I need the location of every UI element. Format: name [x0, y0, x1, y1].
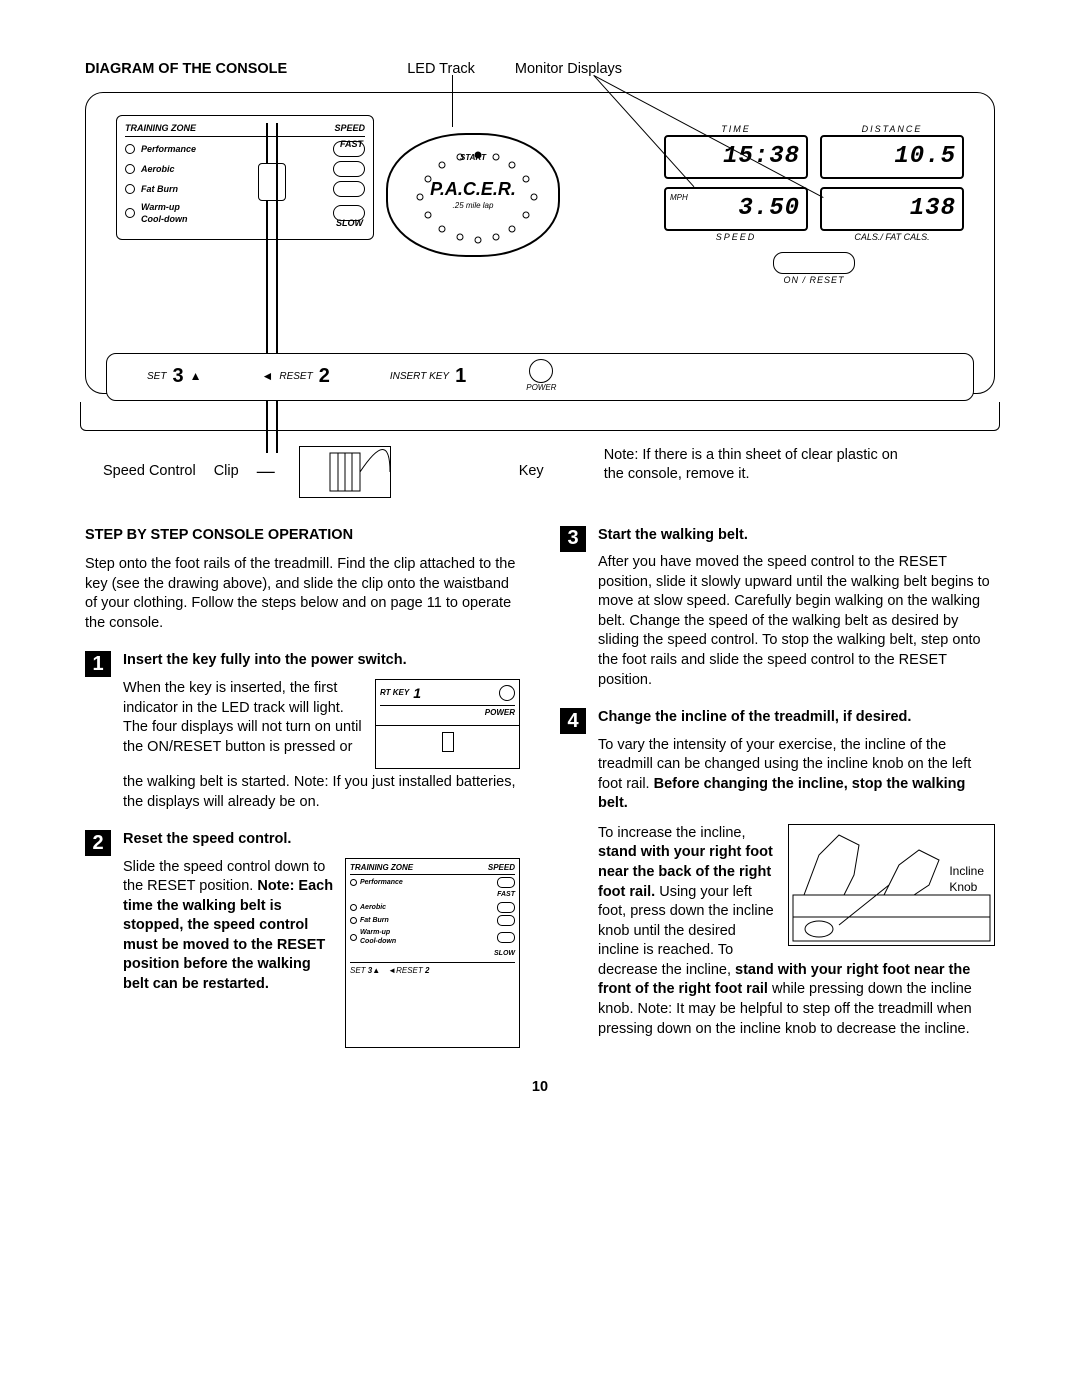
dash-icon: —	[257, 459, 275, 483]
monitor-displays: TIME 15:38 DISTANCE 10.5 MPH 3.50 SPEED …	[664, 123, 964, 286]
mph-label: MPH	[670, 193, 688, 204]
step-number: 2	[85, 830, 111, 856]
on-reset-button	[773, 252, 855, 274]
diagram-header: DIAGRAM OF THE CONSOLE LED Track Monitor…	[85, 60, 995, 86]
step-number: 1	[85, 651, 111, 677]
step-3-text: After you have moved the speed control t…	[598, 554, 990, 687]
left-column: STEP BY STEP CONSOLE OPERATION Step onto…	[85, 526, 520, 1048]
zone-fatburn: Fat Burn	[141, 183, 327, 195]
speed-fast-label: FAST	[340, 138, 363, 150]
step-4-text-b-pre: To increase the incline,	[598, 825, 746, 841]
page-number: 10	[85, 1078, 995, 1098]
slider-knob-icon	[258, 163, 286, 201]
distance-label: DISTANCE	[820, 123, 964, 135]
console-bottom-bar: SET 3 ▲ ◄ RESET 2 INSERT KEY 1 POWER	[106, 353, 974, 401]
callout-led-track: LED Track	[407, 60, 475, 80]
step-4: 4 Change the incline of the treadmill, i…	[560, 708, 995, 1039]
zone-warmup: Warm-up Cool-down	[141, 201, 327, 225]
cals-value: 138	[820, 187, 964, 231]
zone-button	[333, 181, 365, 197]
pacer-track: START P.A.C.E.R. .25 mile lap	[386, 133, 560, 257]
right-column: 3 Start the walking belt. After you have…	[560, 526, 995, 1048]
on-reset-label: ON / RESET	[664, 274, 964, 286]
clip-figure	[299, 446, 391, 498]
distance-value: 10.5	[820, 135, 964, 179]
callout-clip: Clip	[214, 462, 239, 482]
step-4-text-a-bold: Before changing the incline, stop the wa…	[598, 776, 965, 812]
console-diagram: TRAINING ZONE SPEED Performance FAST Aer…	[85, 92, 995, 394]
console-frame	[80, 402, 1000, 431]
operation-title: STEP BY STEP CONSOLE OPERATION	[85, 526, 520, 546]
callout-key: Key	[519, 462, 544, 482]
zone-performance: Performance	[141, 143, 327, 155]
step-4-title: Change the incline of the treadmill, if …	[598, 708, 995, 728]
insert-key-label: INSERT KEY 1	[390, 363, 466, 390]
callout-monitor-displays: Monitor Displays	[515, 60, 622, 80]
leader-line	[452, 75, 453, 127]
clip-icon	[300, 447, 390, 497]
step-2-figure: TRAINING ZONESPEED Performance FAST Aero…	[345, 858, 520, 1048]
console-note: Note: If there is a thin sheet of clear …	[604, 446, 904, 485]
training-zone-panel: TRAINING ZONE SPEED Performance FAST Aer…	[116, 115, 374, 240]
reset-button: ◄ RESET 2	[261, 363, 329, 390]
tz-header-left: TRAINING ZONE	[125, 122, 196, 134]
step-2: 2 Reset the speed control. TRAINING ZONE…	[85, 830, 520, 1048]
step-number: 3	[560, 526, 586, 552]
arrow-left-icon: ◄	[261, 368, 273, 384]
speed-label: SPEED	[664, 231, 808, 243]
time-label: TIME	[664, 123, 808, 135]
intro-text: Step onto the foot rails of the treadmil…	[85, 555, 520, 633]
instructions: STEP BY STEP CONSOLE OPERATION Step onto…	[85, 526, 995, 1048]
power-circle-icon	[529, 359, 553, 383]
step-number: 4	[560, 708, 586, 734]
incline-figure: Incline Knob	[788, 824, 995, 946]
speed-slow-label: SLOW	[336, 217, 363, 229]
step-1-text-b: the walking belt is started. Note: If yo…	[123, 774, 516, 810]
power-switch: POWER	[526, 359, 556, 394]
arrow-up-icon: ▲	[190, 368, 202, 384]
step-3-title: Start the walking belt.	[598, 526, 995, 546]
diagram-top-callouts: LED Track Monitor Displays	[407, 60, 622, 80]
zone-button	[333, 161, 365, 177]
set-button: SET 3 ▲	[147, 363, 201, 390]
diagram-bottom-callouts: Speed Control Clip — Key Note: If there …	[85, 446, 995, 498]
power-circle-icon	[499, 685, 515, 701]
step-2-text-b: Note: Each time the walking belt is stop…	[123, 878, 333, 992]
cals-label: CALS./ FAT CALS.	[820, 231, 964, 243]
callout-speed-control: Speed Control	[103, 462, 196, 482]
knob-icon	[442, 732, 454, 752]
step-3: 3 Start the walking belt. After you have…	[560, 526, 995, 691]
diagram-title: DIAGRAM OF THE CONSOLE	[85, 60, 287, 80]
zone-aerobic: Aerobic	[141, 163, 327, 175]
step-1-text-a: When the key is inserted, the first indi…	[123, 680, 362, 755]
step-1-figure: RT KEY 1 POWER	[375, 679, 520, 769]
time-value: 15:38	[664, 135, 808, 179]
step-2-title: Reset the speed control.	[123, 830, 520, 850]
led-dots-icon	[398, 145, 698, 295]
step-1-title: Insert the key fully into the power swit…	[123, 651, 520, 671]
step-1: 1 Insert the key fully into the power sw…	[85, 651, 520, 812]
incline-knob-label: Incline Knob	[949, 863, 984, 895]
tz-header-right: SPEED	[334, 122, 365, 134]
